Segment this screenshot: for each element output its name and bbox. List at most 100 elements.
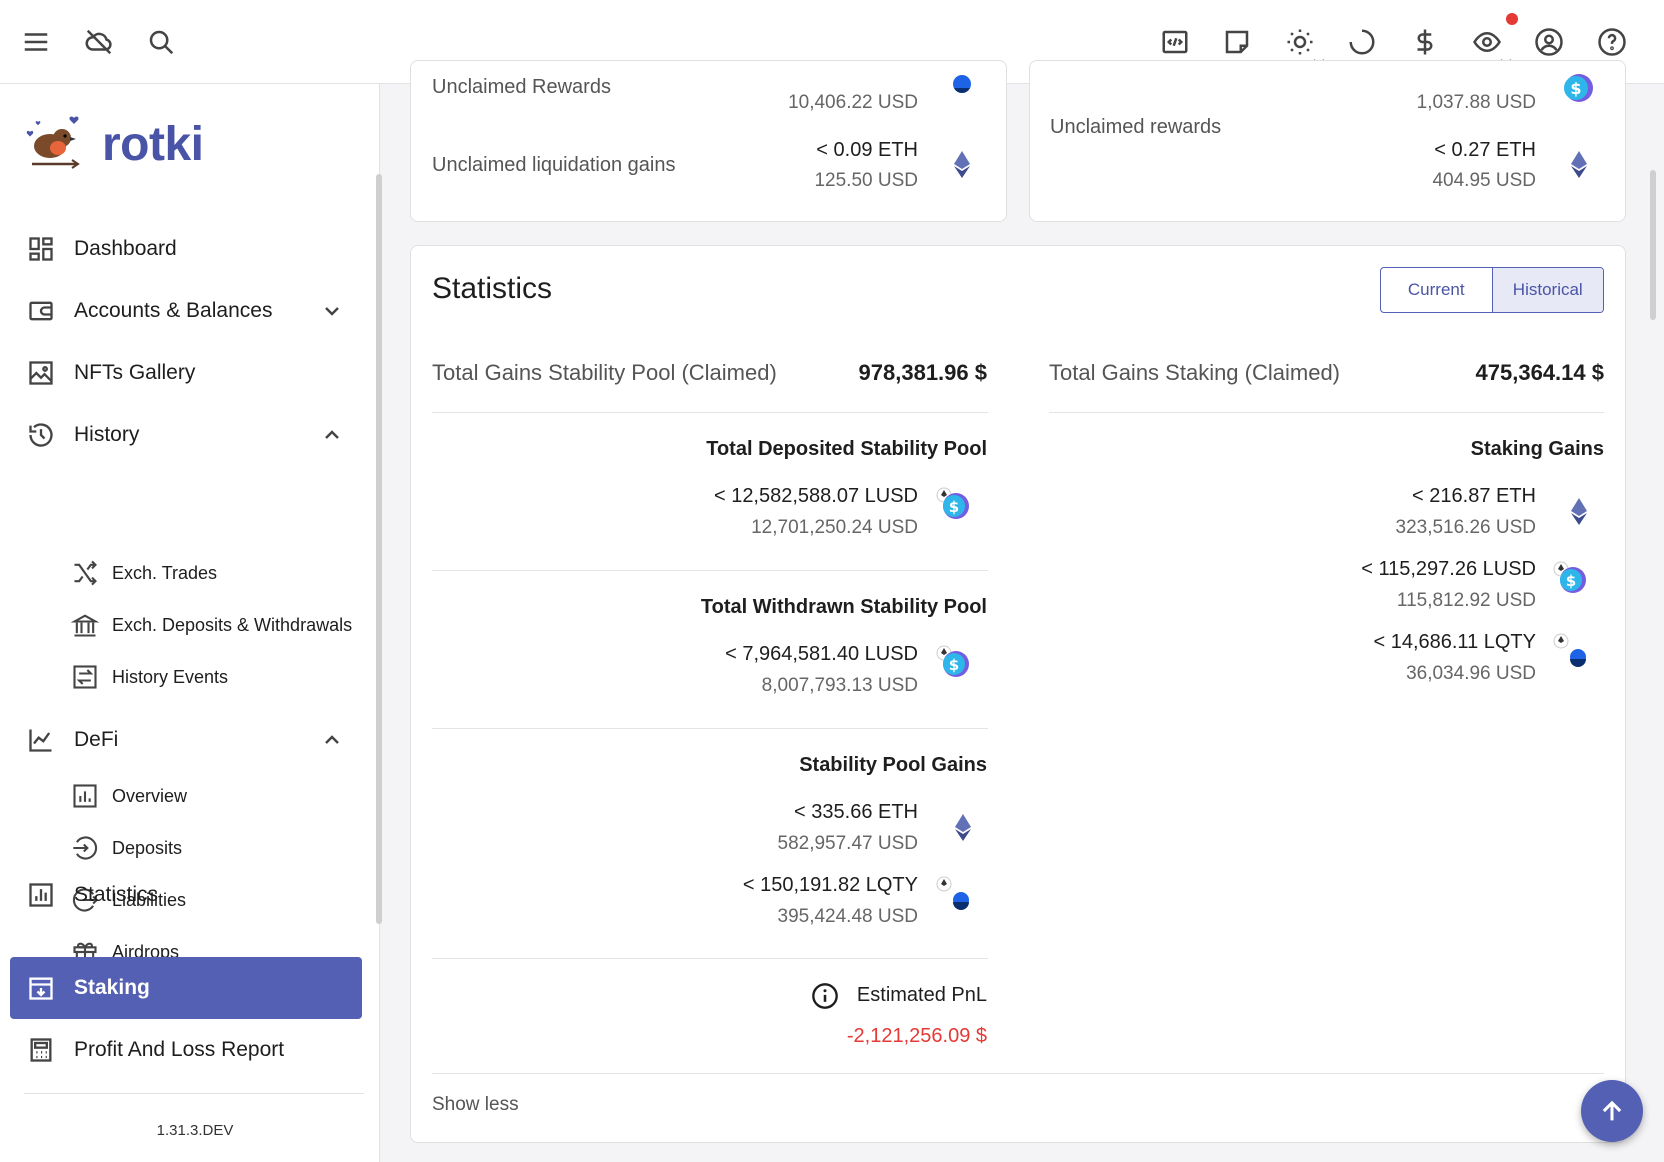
chevron-up-icon[interactable]: [320, 728, 344, 752]
liquidation-usd: 125.50 USD: [814, 170, 918, 191]
sp-gains-lqty: < 150,191.82 LQTY: [742, 874, 918, 896]
nav-history[interactable]: History: [10, 404, 362, 466]
wallet-icon: [26, 296, 56, 326]
staking-total-value: 475,364.14 $: [1475, 360, 1604, 385]
lusd-icon: $: [936, 645, 969, 677]
total-deposited-title: Total Deposited Stability Pool: [706, 438, 987, 460]
sp-gains-eth-usd: 582,957.47 USD: [777, 833, 919, 854]
nav-exch-deposits-label: Exch. Deposits & Withdrawals: [112, 614, 353, 635]
statistics-title: Statistics: [432, 272, 553, 305]
staking-unclaimed-eth-usd: 404.95 USD: [1432, 170, 1536, 191]
svg-text:$: $: [949, 498, 959, 516]
nav-dashboard-label: Dashboard: [74, 237, 177, 260]
navigation-sidebar: rotki Dashboard Accounts & Balances NFTs…: [0, 84, 382, 1162]
robin-logo-icon: [26, 116, 80, 169]
svg-text:$: $: [949, 656, 959, 674]
nav-nfts-gallery[interactable]: NFTs Gallery: [10, 342, 362, 404]
eth-icon: [1571, 151, 1587, 178]
stability-pool-total-value: 978,381.96 $: [858, 360, 987, 385]
estimated-pnl-title: Estimated PnL: [856, 984, 987, 1006]
lqty-icon: [1553, 633, 1586, 667]
unclaimed-rewards-label: Unclaimed Rewards: [432, 76, 611, 98]
withdrawn-usd: 8,007,793.13 USD: [761, 675, 918, 696]
staking-total-label: Total Gains Staking (Claimed): [1049, 360, 1341, 385]
liquity-staking-card: [1029, 60, 1626, 222]
lusd-icon: $: [1553, 561, 1586, 593]
shuffle-icon: [70, 558, 100, 588]
app-version: 1.31.3.DEV: [156, 1122, 234, 1139]
bar-chart-icon: [70, 781, 100, 811]
divider: [1049, 412, 1604, 413]
staking-unclaimed-lusd-usd: 1,037.88 USD: [1416, 92, 1536, 113]
staking-gains-lqty-usd: 36,034.96 USD: [1406, 663, 1536, 684]
nav-accounts-balances[interactable]: Accounts & Balances: [10, 280, 362, 342]
nav-exch-deposits-withdrawals[interactable]: Exch. Deposits & Withdrawals: [70, 602, 352, 648]
scroll-to-top-button[interactable]: [1581, 1080, 1643, 1142]
toggle-historical-button[interactable]: Historical: [1491, 268, 1603, 312]
bank-icon: [70, 610, 100, 640]
nav-statistics-label: Statistics: [74, 883, 159, 906]
nav-overview[interactable]: Overview: [70, 773, 187, 819]
rotki-logo[interactable]: rotki: [22, 112, 204, 176]
nav-deposits-label: Deposits: [112, 837, 183, 858]
staking-gains-lusd-usd: 115,812.92 USD: [1396, 590, 1536, 611]
search-icon[interactable]: [140, 21, 182, 63]
nav-defi[interactable]: DeFi: [10, 709, 362, 771]
staking-icon: [26, 973, 56, 1003]
nav-exch-trades[interactable]: Exch. Trades: [70, 550, 217, 596]
lusd-icon: $: [1564, 74, 1593, 102]
divider: [432, 570, 988, 571]
loading-icon: [1341, 21, 1383, 63]
nav-exch-trades-label: Exch. Trades: [112, 562, 218, 583]
code-icon[interactable]: [1154, 21, 1196, 63]
image-icon: [26, 358, 56, 388]
staking-gains-eth-usd: 323,516.26 USD: [1395, 517, 1537, 538]
nav-dashboard[interactable]: Dashboard: [10, 218, 362, 280]
main-scrollbar[interactable]: [1650, 170, 1656, 320]
info-icon[interactable]: [811, 982, 839, 1010]
chevron-down-icon[interactable]: [320, 299, 344, 323]
staking-gains-eth: < 216.87 ETH: [1412, 485, 1536, 507]
theme-icon[interactable]: [1279, 21, 1321, 63]
arrow-up-icon: [1602, 1100, 1622, 1121]
deposited-usd: 12,701,250.24 USD: [751, 517, 918, 538]
divider: [432, 412, 988, 413]
nav-nfts-label: NFTs Gallery: [74, 361, 196, 384]
currency-icon[interactable]: [1404, 21, 1446, 63]
unclaimed-liquidation-label: Unclaimed liquidation gains: [432, 154, 676, 176]
menu-icon[interactable]: [15, 21, 57, 63]
help-icon[interactable]: [1591, 21, 1633, 63]
login-icon: [70, 833, 100, 863]
privacy-eye-icon[interactable]: [1466, 21, 1508, 63]
cloud-off-icon[interactable]: [78, 21, 120, 63]
estimated-pnl-value: -2,121,256.09 $: [846, 1025, 987, 1047]
account-icon[interactable]: [1528, 21, 1570, 63]
lusd-icon: $: [936, 487, 969, 519]
note-icon[interactable]: [1216, 21, 1258, 63]
nav-overview-label: Overview: [112, 785, 188, 806]
chart-line-icon: [26, 725, 56, 755]
chevron-up-icon[interactable]: [320, 423, 344, 447]
withdrawn-lusd: < 7,964,581.40 LUSD: [725, 643, 918, 665]
svg-text:$: $: [1566, 572, 1576, 590]
lqty-icon: [936, 876, 969, 910]
nav-statistics[interactable]: Statistics: [10, 864, 362, 926]
toggle-current-button[interactable]: Current: [1381, 268, 1492, 312]
svg-text:$: $: [1570, 79, 1581, 98]
statistics-toggle: Current Historical: [1380, 267, 1604, 313]
staking-gains-lusd: < 115,297.26 LUSD: [1361, 558, 1536, 580]
sidebar-scrollbar[interactable]: [376, 174, 382, 924]
statistics-icon: [26, 880, 56, 910]
dashboard-icon: [26, 234, 56, 264]
calculator-icon: [26, 1035, 56, 1065]
sidebar-divider: [24, 1093, 364, 1094]
nav-history-events[interactable]: History Events: [70, 654, 228, 700]
nav-profit-loss-report[interactable]: Profit And Loss Report: [10, 1019, 362, 1081]
divider: [432, 958, 988, 959]
nav-history-events-label: History Events: [112, 666, 229, 687]
show-less-button[interactable]: Show less: [432, 1094, 519, 1116]
staking-unclaimed-eth: < 0.27 ETH: [1434, 139, 1536, 161]
unclaimed-rewards-usd: 10,406.22 USD: [788, 92, 918, 113]
staking-gains-title: Staking Gains: [1470, 438, 1604, 460]
nav-staking[interactable]: Staking: [10, 957, 362, 1019]
